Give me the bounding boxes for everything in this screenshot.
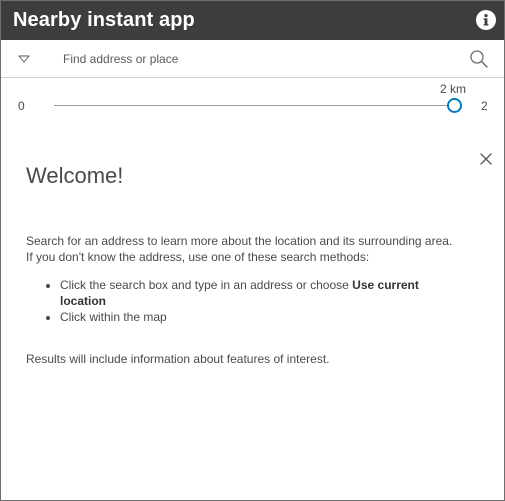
chevron-down-icon[interactable]: [15, 51, 33, 67]
welcome-body: Search for an address to learn more abou…: [26, 233, 466, 367]
distance-slider: 2 km 0 2: [1, 78, 504, 128]
list-item: Click the search box and type in an addr…: [60, 277, 466, 309]
info-icon[interactable]: [476, 10, 496, 30]
close-icon[interactable]: [479, 152, 493, 166]
welcome-heading: Welcome!: [26, 163, 124, 188]
search-bar: [1, 41, 504, 78]
list-item: Click within the map: [60, 309, 466, 325]
app-title: Nearby instant app: [13, 9, 195, 31]
search-methods-list: Click the search box and type in an addr…: [26, 277, 466, 325]
search-input[interactable]: [57, 46, 459, 72]
slider-value-label: 2 km: [440, 82, 467, 96]
slider-track[interactable]: [54, 105, 452, 106]
app-header: Nearby instant app: [1, 1, 504, 40]
slider-max-label: 2: [481, 99, 488, 113]
results-text: Results will include information about f…: [26, 352, 330, 366]
slider-min-label: 0: [18, 99, 25, 113]
search-icon[interactable]: [469, 49, 489, 69]
app-window: Nearby instant app 2 km 0: [0, 0, 505, 501]
slider-thumb[interactable]: [447, 98, 462, 113]
intro-text: Search for an address to learn more abou…: [26, 234, 453, 264]
